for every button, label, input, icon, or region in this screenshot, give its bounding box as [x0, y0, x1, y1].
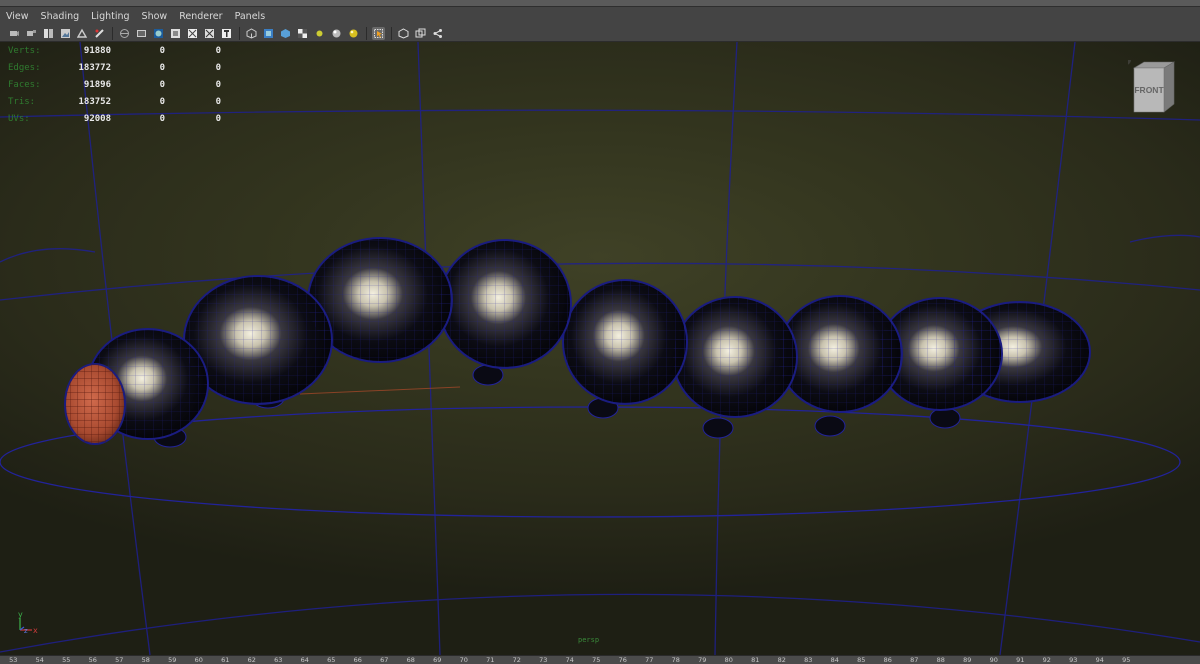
timeline-tick[interactable]: 69: [424, 656, 451, 664]
smooth-shade-icon[interactable]: [135, 27, 148, 40]
timeline-tick[interactable]: 85: [848, 656, 875, 664]
timeline-tick[interactable]: 59: [159, 656, 186, 664]
timeline-tick[interactable]: 93: [1060, 656, 1087, 664]
menu-renderer[interactable]: Renderer: [179, 11, 222, 22]
timeline-tick[interactable]: 70: [451, 656, 478, 664]
time-slider[interactable]: 53 54 55 56 57 58 59 60 61 62 63 64 65 66 67 68 69 70 71 72…: [0, 655, 1200, 664]
maya-viewport-window: View Shading Lighting Show Renderer Pane…: [0, 0, 1200, 664]
timeline-tick[interactable]: 68: [398, 656, 425, 664]
timeline-tick[interactable]: 95: [1113, 656, 1140, 664]
timeline-tick[interactable]: 64: [292, 656, 319, 664]
heads-up-display-poly-count: Verts: 91880 0 0 Edges: 183772 0 0 Faces…: [8, 42, 221, 127]
axis-label-x: x: [33, 626, 38, 635]
default-material-icon[interactable]: [152, 27, 165, 40]
3d-viewport[interactable]: Verts: 91880 0 0 Edges: 183772 0 0 Faces…: [0, 42, 1200, 655]
caterpillar-model: [64, 237, 1091, 448]
timeline-tick[interactable]: 76: [610, 656, 637, 664]
timeline-tick[interactable]: 86: [875, 656, 902, 664]
timeline-tick[interactable]: 55: [53, 656, 80, 664]
image-plane-icon[interactable]: [59, 27, 72, 40]
timeline-tick[interactable]: 71: [477, 656, 504, 664]
hud-row: Faces: 91896 0 0: [8, 79, 221, 90]
menu-lighting[interactable]: Lighting: [91, 11, 129, 22]
camera-name-label: persp: [578, 636, 600, 644]
multisample-aa-icon[interactable]: [313, 27, 326, 40]
timeline-tick[interactable]: 67: [371, 656, 398, 664]
viewport-scene: [0, 42, 1200, 655]
textured-icon[interactable]: [220, 27, 233, 40]
shadows-icon[interactable]: [262, 27, 275, 40]
axis-gizmo: y z x: [18, 610, 38, 635]
timeline-tick[interactable]: 54: [27, 656, 54, 664]
timeline-tick[interactable]: 62: [239, 656, 266, 664]
timeline-tick[interactable]: 89: [954, 656, 981, 664]
axis-label-z: z: [24, 627, 28, 635]
xray-active-icon[interactable]: [414, 27, 427, 40]
lighting-sphere-icon[interactable]: [347, 27, 360, 40]
viewcube-face-label[interactable]: FRONT: [1134, 85, 1164, 95]
camera-select-icon[interactable]: [8, 27, 21, 40]
use-all-lights-icon[interactable]: [245, 27, 258, 40]
timeline-tick[interactable]: 63: [265, 656, 292, 664]
hud-row: Verts: 91880 0 0: [8, 45, 221, 56]
timeline-tick[interactable]: 65: [318, 656, 345, 664]
snapshot-icon[interactable]: [431, 27, 444, 40]
timeline-tick[interactable]: 77: [636, 656, 663, 664]
toolbar-separator: [366, 26, 367, 40]
timeline-tick[interactable]: 60: [186, 656, 213, 664]
camera-attributes-icon[interactable]: [25, 27, 38, 40]
depth-of-field-icon[interactable]: [330, 27, 343, 40]
screen-space-ao-icon[interactable]: [279, 27, 292, 40]
timeline-tick[interactable]: 61: [212, 656, 239, 664]
timeline-tick[interactable]: 80: [716, 656, 743, 664]
timeline-tick[interactable]: 83: [795, 656, 822, 664]
hud-row: UVs: 92008 0 0: [8, 113, 221, 124]
axis-label-y: y: [18, 610, 23, 619]
timeline-tick[interactable]: 81: [742, 656, 769, 664]
toolbar-separator: [239, 26, 240, 40]
timeline-tick[interactable]: 72: [504, 656, 531, 664]
timeline-tick[interactable]: 91: [1007, 656, 1034, 664]
isolate-select-icon[interactable]: [372, 26, 385, 40]
hud-row: Tris: 183752 0 0: [8, 96, 221, 107]
timeline-tick[interactable]: 56: [80, 656, 107, 664]
timeline-tick[interactable]: 53: [0, 656, 27, 664]
wireframe-icon[interactable]: [118, 27, 131, 40]
grease-pencil-icon[interactable]: [93, 27, 106, 40]
timeline-tick[interactable]: 88: [928, 656, 955, 664]
timeline-tick[interactable]: 82: [769, 656, 796, 664]
viewcube[interactable]: FRONT: [1128, 60, 1184, 116]
2d-pan-zoom-icon[interactable]: [76, 27, 89, 40]
toolbar-separator: [112, 26, 113, 40]
timeline-tick[interactable]: 57: [106, 656, 133, 664]
menu-view[interactable]: View: [6, 11, 29, 22]
panel-menu-bar: View Shading Lighting Show Renderer Pane…: [0, 7, 1200, 25]
menu-show[interactable]: Show: [142, 11, 168, 22]
panel-toolbar: [0, 25, 1200, 42]
timeline-tick[interactable]: 58: [133, 656, 160, 664]
title-strip: [0, 0, 1200, 7]
timeline-tick[interactable]: 87: [901, 656, 928, 664]
timeline-tick[interactable]: 74: [557, 656, 584, 664]
bounding-box-icon[interactable]: [169, 27, 182, 40]
wireframe-on-shaded-icon[interactable]: [203, 27, 216, 40]
xray-joints-icon[interactable]: [397, 27, 410, 40]
timeline-tick[interactable]: 79: [689, 656, 716, 664]
timeline-tick[interactable]: 92: [1034, 656, 1061, 664]
timeline-tick[interactable]: 78: [663, 656, 690, 664]
bookmark-icon[interactable]: [42, 27, 55, 40]
toolbar-separator: [391, 26, 392, 40]
timeline-tick[interactable]: 66: [345, 656, 372, 664]
timeline-tick[interactable]: 84: [822, 656, 849, 664]
menu-panels[interactable]: Panels: [235, 11, 266, 22]
timeline-tick[interactable]: 94: [1087, 656, 1114, 664]
timeline-tick[interactable]: 75: [583, 656, 610, 664]
menu-shading[interactable]: Shading: [41, 11, 80, 22]
motion-blur-icon[interactable]: [296, 27, 309, 40]
timeline-tick[interactable]: 73: [530, 656, 557, 664]
hud-row: Edges: 183772 0 0: [8, 62, 221, 73]
xray-icon[interactable]: [186, 27, 199, 40]
timeline-tick[interactable]: 90: [981, 656, 1008, 664]
